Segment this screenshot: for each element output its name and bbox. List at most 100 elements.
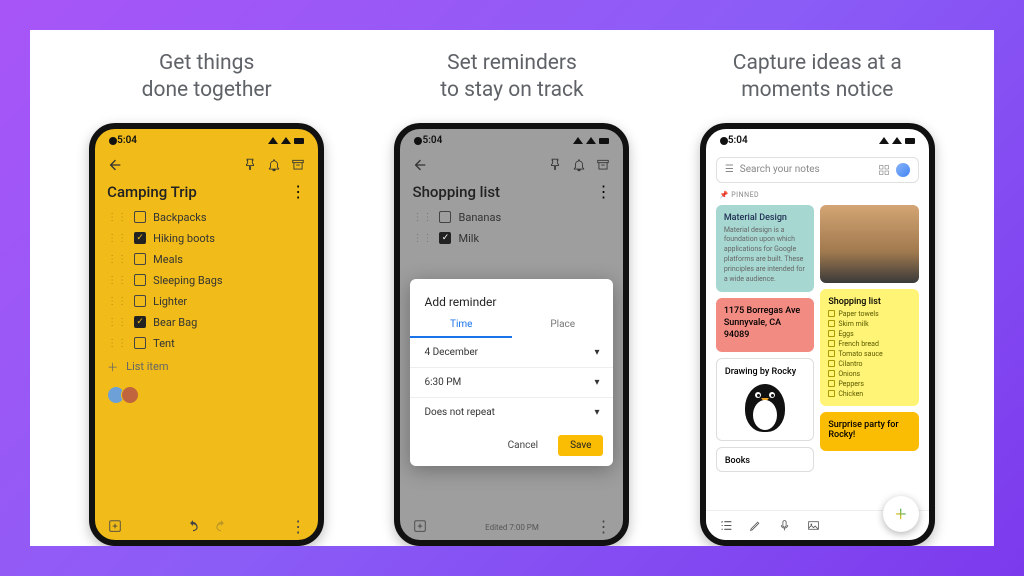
edited-timestamp: Edited 7:00 PM (400, 523, 623, 532)
drag-handle-icon: ⋮⋮ (107, 317, 127, 328)
checkbox[interactable] (134, 253, 146, 265)
note-toolbar (95, 151, 318, 179)
item-label: Bananas (458, 211, 501, 224)
reminder-repeat-row[interactable]: Does not repeat▾ (410, 398, 613, 427)
drag-handle-icon: ⋮⋮ (107, 296, 127, 307)
chevron-down-icon: ▾ (594, 407, 599, 418)
status-bar: 5:04 (400, 129, 623, 151)
checklist-item[interactable]: ⋮⋮ Tent (95, 333, 318, 354)
reminder-time-row[interactable]: 6:30 PM▾ (410, 368, 613, 398)
status-icons (879, 137, 915, 144)
drag-handle-icon: ⋮⋮ (107, 212, 127, 223)
archive-icon[interactable] (595, 157, 611, 173)
clock: 5:04 (422, 135, 442, 146)
more-icon[interactable]: ⋮ (290, 518, 306, 534)
checklist-item[interactable]: ⋮⋮Bananas (400, 207, 623, 228)
grid-view-icon[interactable] (878, 164, 890, 176)
new-drawing-icon[interactable] (749, 519, 762, 532)
chevron-down-icon: ▾ (594, 347, 599, 358)
camera-cutout (720, 137, 728, 145)
new-voice-icon[interactable] (778, 519, 791, 532)
notes-grid: Material Design Material design is a fou… (706, 201, 929, 477)
item-label: Meals (153, 253, 183, 266)
checkbox[interactable] (134, 337, 146, 349)
clock: 5:04 (117, 135, 137, 146)
checklist-item[interactable]: ⋮⋮ Sleeping Bags (95, 270, 318, 291)
note-title[interactable]: Camping Trip (107, 183, 290, 201)
drag-handle-icon: ⋮⋮ (412, 233, 432, 244)
camera-cutout (109, 137, 117, 145)
checklist-item: French bread (828, 340, 911, 348)
add-box-icon[interactable] (107, 518, 123, 534)
search-placeholder: Search your notes (740, 164, 872, 175)
checklist: ⋮⋮Bananas ⋮⋮ ✓ Milk (400, 207, 623, 249)
reminder-icon[interactable] (266, 157, 282, 173)
note-photo-dog[interactable] (820, 205, 919, 283)
drag-handle-icon: ⋮⋮ (107, 233, 127, 244)
search-bar[interactable]: ☰ Search your notes (716, 157, 919, 183)
note-title[interactable]: Shopping list (412, 183, 595, 201)
tab-time[interactable]: Time (410, 313, 512, 338)
note-shopping[interactable]: Shopping list Paper towelsSkim milkEggsF… (820, 289, 919, 406)
undo-icon[interactable] (185, 518, 201, 534)
status-bar: 5:04 (706, 129, 929, 151)
cancel-button[interactable]: Cancel (496, 435, 550, 456)
pin-icon[interactable] (242, 157, 258, 173)
note-books[interactable]: Books (716, 447, 815, 472)
reminder-date-row[interactable]: 4 December▾ (410, 338, 613, 368)
promo-card: Get things done together 5:04 Camping Tr… (30, 30, 994, 546)
save-button[interactable]: Save (558, 435, 603, 456)
headline-1: Get things done together (142, 50, 272, 105)
checkbox[interactable] (134, 274, 146, 286)
tab-place[interactable]: Place (512, 313, 614, 338)
pinned-label: 📌 PINNED (706, 189, 929, 201)
checklist-item: Skim milk (828, 320, 911, 328)
checkbox[interactable] (134, 211, 146, 223)
archive-icon[interactable] (290, 157, 306, 173)
checklist-item[interactable]: ⋮⋮Meals (95, 249, 318, 270)
drag-handle-icon: ⋮⋮ (107, 338, 127, 349)
checklist-item[interactable]: ⋮⋮ ✓ Hiking boots (95, 228, 318, 249)
checklist-item[interactable]: ⋮⋮Backpacks (95, 207, 318, 228)
phone-mock-3: 5:04 ☰ Search your notes 📌 PINNED Materi… (700, 123, 935, 546)
checklist-item: Chicken (828, 390, 911, 398)
new-list-icon[interactable] (720, 519, 733, 532)
column-3: Capture ideas at a moments notice 5:04 ☰… (665, 50, 970, 546)
drag-handle-icon: ⋮⋮ (107, 275, 127, 286)
note-address[interactable]: 1175 Borregas Ave Sunnyvale, CA 94089 (716, 298, 815, 352)
new-note-fab[interactable]: + (883, 496, 919, 532)
checkbox[interactable] (134, 295, 146, 307)
reminder-icon[interactable] (571, 157, 587, 173)
back-icon[interactable] (412, 157, 428, 173)
redo-icon (213, 518, 229, 534)
checklist-item: Tomato sauce (828, 350, 911, 358)
item-label: Sleeping Bags (153, 274, 222, 287)
checklist-item[interactable]: ⋮⋮✓Bear Bag (95, 312, 318, 333)
pin-icon[interactable] (547, 157, 563, 173)
checklist: ⋮⋮Backpacks⋮⋮✓Hiking boots⋮⋮Meals⋮⋮Sleep… (95, 207, 318, 354)
checkbox[interactable]: ✓ (439, 232, 451, 244)
collaborator-avatars[interactable] (95, 380, 318, 410)
note-material[interactable]: Material Design Material design is a fou… (716, 205, 815, 293)
checkbox[interactable]: ✓ (134, 316, 146, 328)
column-2: Set reminders to stay on track 5:04 Shop… (359, 50, 664, 546)
note-surprise[interactable]: Surprise party for Rocky! (820, 412, 919, 451)
checkbox[interactable] (439, 211, 451, 223)
back-icon[interactable] (107, 157, 123, 173)
menu-icon[interactable]: ☰ (725, 164, 734, 175)
account-avatar[interactable] (896, 163, 910, 177)
note-drawing[interactable]: Drawing by Rocky (716, 358, 815, 441)
item-label: Milk (458, 232, 479, 245)
checklist-item[interactable]: ⋮⋮Lighter (95, 291, 318, 312)
plus-icon: + (895, 502, 906, 526)
more-icon[interactable]: ⋮ (595, 184, 611, 200)
checkbox[interactable]: ✓ (134, 232, 146, 244)
item-label: Tent (153, 337, 175, 350)
new-image-icon[interactable] (807, 519, 820, 532)
dialog-title: Add reminder (410, 287, 613, 313)
add-list-item[interactable]: ＋ List item (95, 354, 318, 380)
more-icon[interactable]: ⋮ (290, 184, 306, 200)
bottom-toolbar: ⋮ (95, 512, 318, 540)
checklist-item[interactable]: ⋮⋮ ✓ Milk (400, 228, 623, 249)
item-label: Hiking boots (153, 232, 215, 245)
